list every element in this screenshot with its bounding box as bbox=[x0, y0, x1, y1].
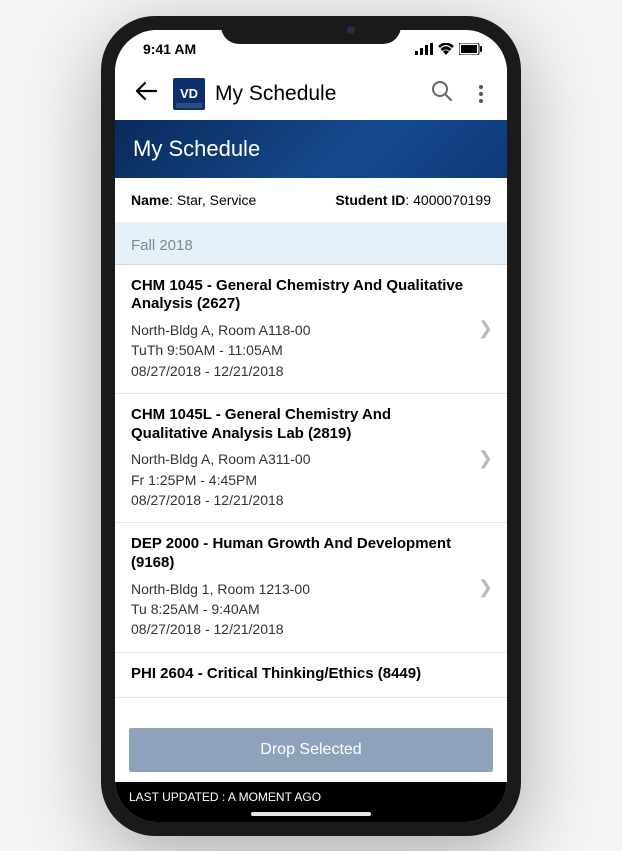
battery-icon bbox=[459, 43, 483, 55]
course-item[interactable]: CHM 1045 - General Chemistry And Qualita… bbox=[115, 265, 507, 394]
action-bar: Drop Selected bbox=[115, 718, 507, 782]
wifi-icon bbox=[438, 43, 454, 55]
course-body: CHM 1045 - General Chemistry And Qualita… bbox=[131, 277, 470, 381]
student-name-label: Name bbox=[131, 192, 169, 208]
course-time: TuTh 9:50AM - 11:05AM bbox=[131, 340, 470, 360]
course-time: Fr 1:25PM - 4:45PM bbox=[131, 470, 470, 490]
phone-notch bbox=[221, 16, 401, 44]
course-time: Tu 8:25AM - 9:40AM bbox=[131, 599, 470, 619]
course-title: PHI 2604 - Critical Thinking/Ethics (844… bbox=[131, 665, 493, 684]
dot-icon bbox=[479, 85, 483, 89]
student-id-label: Student ID bbox=[335, 192, 405, 208]
phone-body: 9:41 AM VD My Schedule bbox=[101, 16, 521, 836]
course-item[interactable]: PHI 2604 - Critical Thinking/Ethics (844… bbox=[115, 653, 507, 699]
course-item[interactable]: CHM 1045L - General Chemistry And Qualit… bbox=[115, 394, 507, 523]
search-button[interactable] bbox=[425, 74, 459, 113]
student-info-row: Name: Star, Service Student ID: 40000701… bbox=[115, 178, 507, 223]
chevron-right-icon: ❯ bbox=[478, 448, 493, 469]
term-header: Fall 2018 bbox=[115, 223, 507, 265]
course-list[interactable]: CHM 1045 - General Chemistry And Qualita… bbox=[115, 265, 507, 718]
course-body: DEP 2000 - Human Growth And Development … bbox=[131, 535, 470, 639]
course-location: North-Bldg A, Room A311-00 bbox=[131, 449, 470, 469]
student-name: Name: Star, Service bbox=[131, 192, 256, 208]
signal-icon bbox=[415, 43, 433, 55]
course-title: CHM 1045 - General Chemistry And Qualita… bbox=[131, 277, 470, 315]
course-location: North-Bldg A, Room A118-00 bbox=[131, 320, 470, 340]
app-header: VD My Schedule bbox=[115, 68, 507, 120]
back-arrow-icon bbox=[135, 81, 157, 101]
phone-screen: 9:41 AM VD My Schedule bbox=[115, 30, 507, 822]
status-icons bbox=[415, 43, 483, 55]
phone-frame: 9:41 AM VD My Schedule bbox=[101, 16, 521, 836]
page-title: My Schedule bbox=[133, 136, 260, 161]
chevron-right-icon: ❯ bbox=[478, 318, 493, 339]
course-location: North-Bldg 1, Room 1213-00 bbox=[131, 579, 470, 599]
course-body: CHM 1045L - General Chemistry And Qualit… bbox=[131, 406, 470, 510]
chevron-right-icon: ❯ bbox=[478, 577, 493, 598]
student-id-value: 4000070199 bbox=[413, 192, 491, 208]
app-logo: VD bbox=[173, 78, 205, 110]
course-title: DEP 2000 - Human Growth And Development … bbox=[131, 535, 470, 573]
footer-bar: LAST UPDATED : A MOMENT AGO bbox=[115, 782, 507, 822]
course-dates: 08/27/2018 - 12/21/2018 bbox=[131, 361, 470, 381]
page-banner: My Schedule bbox=[115, 120, 507, 178]
course-body: PHI 2604 - Critical Thinking/Ethics (844… bbox=[131, 665, 493, 690]
home-indicator[interactable] bbox=[251, 812, 371, 816]
course-dates: 08/27/2018 - 12/21/2018 bbox=[131, 490, 470, 510]
course-dates: 08/27/2018 - 12/21/2018 bbox=[131, 619, 470, 639]
more-options-button[interactable] bbox=[469, 79, 493, 109]
student-id: Student ID: 4000070199 bbox=[335, 192, 491, 208]
drop-selected-button[interactable]: Drop Selected bbox=[129, 728, 493, 772]
course-title: CHM 1045L - General Chemistry And Qualit… bbox=[131, 406, 470, 444]
search-icon bbox=[431, 80, 453, 102]
status-time: 9:41 AM bbox=[143, 41, 196, 57]
student-name-value: Star, Service bbox=[177, 192, 256, 208]
last-updated-text: LAST UPDATED : A MOMENT AGO bbox=[129, 790, 321, 804]
back-button[interactable] bbox=[129, 77, 163, 111]
dot-icon bbox=[479, 92, 483, 96]
course-item[interactable]: DEP 2000 - Human Growth And Development … bbox=[115, 523, 507, 652]
dot-icon bbox=[479, 99, 483, 103]
app-header-title: My Schedule bbox=[215, 82, 415, 106]
